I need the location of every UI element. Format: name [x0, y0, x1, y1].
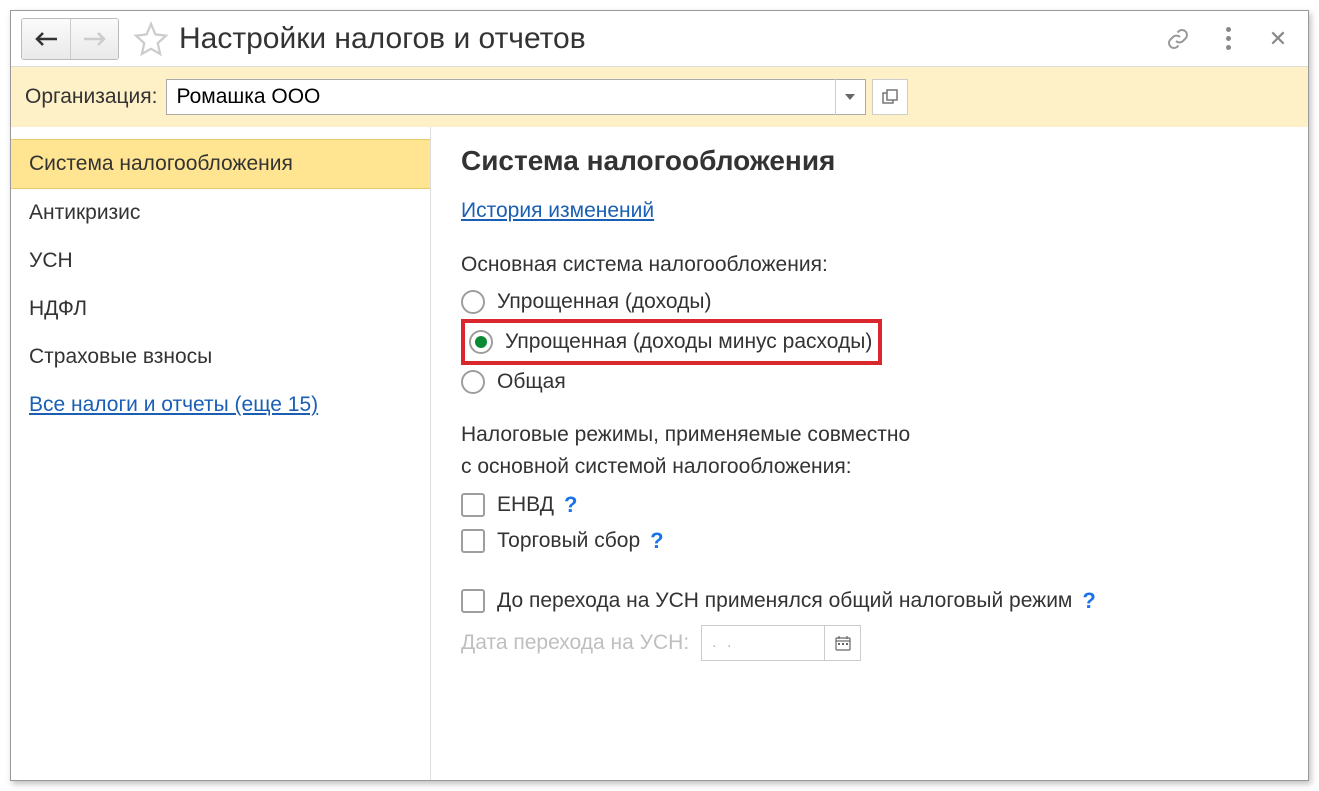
- sidebar-item-ndfl[interactable]: НДФЛ: [11, 285, 430, 333]
- content-area: Система налогообложения Антикризис УСН Н…: [11, 127, 1308, 780]
- checkbox-prior-general[interactable]: [461, 589, 485, 613]
- highlighted-option: Упрощенная (доходы минус расходы): [461, 319, 882, 365]
- settings-window: Настройки налогов и отчетов ✕ Организаци…: [10, 10, 1309, 781]
- window-title: Настройки налогов и отчетов: [179, 22, 1166, 56]
- regimes-label-line1: Налоговые режимы, применяемые совместно: [461, 423, 1278, 447]
- primary-system-group: Основная система налогообложения: Упроще…: [461, 253, 1278, 399]
- chevron-down-icon: [845, 94, 855, 100]
- section-heading: Система налогообложения: [461, 145, 1278, 177]
- checkbox-prior-general-row: До перехода на УСН применялся общий нало…: [461, 583, 1278, 619]
- sidebar-item-anticrisis[interactable]: Антикризис: [11, 189, 430, 237]
- primary-system-label: Основная система налогообложения:: [461, 253, 1278, 277]
- org-field: [166, 79, 866, 115]
- radio-simplified-income[interactable]: Упрощенная (доходы): [461, 285, 1278, 319]
- more-menu-icon[interactable]: [1216, 27, 1240, 51]
- arrow-left-icon: [35, 31, 57, 47]
- nav-buttons: [21, 18, 119, 60]
- checkbox-envd-row: ЕНВД ?: [461, 487, 1278, 523]
- radio-label: Упрощенная (доходы): [497, 290, 711, 314]
- sidebar-item-tax-system[interactable]: Система налогообложения: [11, 139, 430, 189]
- close-button[interactable]: ✕: [1266, 27, 1290, 51]
- date-value: . .: [702, 634, 824, 652]
- checkbox-label: ЕНВД: [497, 493, 554, 517]
- regimes-label-line2: с основной системой налогообложения:: [461, 455, 1278, 479]
- forward-button[interactable]: [70, 19, 118, 59]
- sidebar-item-label: Антикризис: [29, 201, 140, 224]
- help-icon[interactable]: ?: [1082, 588, 1095, 614]
- date-label: Дата перехода на УСН:: [461, 631, 689, 655]
- main-panel: Система налогообложения История изменени…: [431, 127, 1308, 780]
- radio-general[interactable]: Общая: [461, 365, 1278, 399]
- all-taxes-link[interactable]: Все налоги и отчеты (еще 15): [29, 393, 318, 416]
- radio-icon: [461, 290, 485, 314]
- radio-icon: [469, 330, 493, 354]
- checkbox-label: До перехода на УСН применялся общий нало…: [497, 589, 1072, 613]
- org-open-button[interactable]: [872, 79, 908, 115]
- history-link[interactable]: История изменений: [461, 199, 654, 223]
- prior-regime-group: До перехода на УСН применялся общий нало…: [461, 583, 1278, 661]
- back-button[interactable]: [22, 19, 70, 59]
- radio-simplified-income-minus-expenses[interactable]: Упрощенная (доходы минус расходы): [469, 325, 872, 359]
- date-field[interactable]: . .: [701, 625, 861, 661]
- help-icon[interactable]: ?: [564, 492, 577, 518]
- radio-label: Общая: [497, 370, 566, 394]
- calendar-button[interactable]: [824, 626, 860, 660]
- checkbox-trade-fee-row: Торговый сбор ?: [461, 523, 1278, 559]
- sidebar-item-label: Система налогообложения: [29, 152, 293, 175]
- open-external-icon: [882, 89, 898, 105]
- organization-bar: Организация:: [11, 67, 1308, 127]
- calendar-icon: [835, 635, 851, 651]
- org-label: Организация:: [25, 85, 158, 109]
- titlebar: Настройки налогов и отчетов ✕: [11, 11, 1308, 67]
- radio-label: Упрощенная (доходы минус расходы): [505, 330, 872, 354]
- sidebar-item-label: НДФЛ: [29, 297, 87, 320]
- sidebar-all-reports: Все налоги и отчеты (еще 15): [11, 381, 430, 429]
- additional-regimes-group: Налоговые режимы, применяемые совместно …: [461, 423, 1278, 559]
- arrow-right-icon: [84, 31, 106, 47]
- sidebar-item-label: УСН: [29, 249, 73, 272]
- radio-icon: [461, 370, 485, 394]
- sidebar-item-insurance[interactable]: Страховые взносы: [11, 333, 430, 381]
- sidebar-item-label: Страховые взносы: [29, 345, 212, 368]
- checkbox-label: Торговый сбор: [497, 529, 640, 553]
- transition-date-row: Дата перехода на УСН: . .: [461, 625, 1278, 661]
- checkbox-envd[interactable]: [461, 493, 485, 517]
- checkbox-trade-fee[interactable]: [461, 529, 485, 553]
- org-input[interactable]: [167, 85, 835, 109]
- sidebar-item-usn[interactable]: УСН: [11, 237, 430, 285]
- help-icon[interactable]: ?: [650, 528, 663, 554]
- link-icon[interactable]: [1166, 27, 1190, 51]
- org-dropdown-button[interactable]: [835, 79, 865, 115]
- sidebar: Система налогообложения Антикризис УСН Н…: [11, 127, 431, 780]
- favorite-star-icon[interactable]: [133, 21, 169, 57]
